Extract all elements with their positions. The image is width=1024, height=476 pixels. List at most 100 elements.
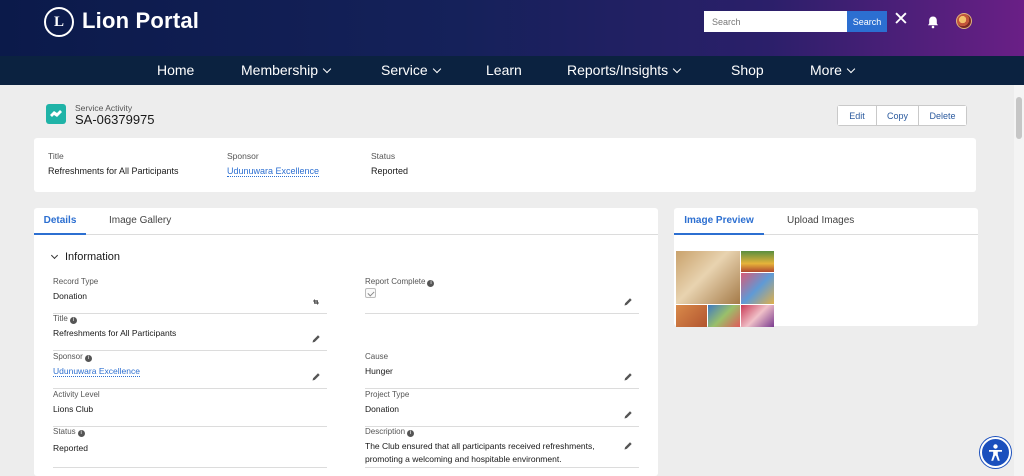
field-value: Donation	[365, 404, 400, 414]
highlights-panel: Title Refreshments for All Participants …	[34, 138, 976, 192]
gallery-image[interactable]	[741, 305, 774, 327]
field-label: Status	[53, 427, 76, 436]
chevron-down-icon	[432, 64, 441, 74]
image-preview-card: Image Preview Upload Images	[674, 208, 978, 327]
nav-label: Learn	[486, 62, 522, 78]
chevron-down-icon	[672, 64, 682, 74]
field-label: Title	[53, 314, 68, 323]
chevron-down-icon	[50, 251, 59, 260]
nav-label: Service	[381, 62, 428, 78]
record-header: Service Activity SA-06379975 Edit Copy D…	[34, 96, 976, 136]
field-label: Record Type	[53, 277, 99, 286]
info-icon[interactable]: i	[84, 355, 92, 362]
field-cause: Cause Hunger	[365, 352, 639, 389]
highlight-sponsor: Sponsor Udunuwara Excellence	[227, 151, 320, 177]
tab-upload-images[interactable]: Upload Images	[787, 208, 854, 235]
nav-home[interactable]: Home	[157, 56, 194, 85]
nav-service[interactable]: Service	[381, 56, 441, 85]
brand-title[interactable]: Lion Portal	[82, 8, 199, 34]
field-activity-level: Activity Level Lions Club	[53, 390, 327, 427]
highlight-value: Reported	[371, 166, 409, 176]
record-actions: Edit Copy Delete	[837, 105, 967, 126]
field-value: Lions Club	[53, 404, 94, 414]
edit-pencil-icon[interactable]	[623, 410, 633, 420]
record-id: SA-06379975	[75, 112, 155, 127]
field-record-type: Record Type Donation	[53, 277, 327, 314]
info-icon[interactable]: i	[427, 280, 435, 287]
field-label: Sponsor	[53, 352, 83, 361]
gallery-image[interactable]	[708, 305, 740, 327]
sponsor-link[interactable]: Udunuwara Excellence	[53, 366, 140, 377]
field-value: Donation	[53, 291, 88, 301]
nav-label: Home	[157, 62, 195, 78]
section-title: Information	[65, 251, 121, 263]
page-scrollbar[interactable]	[1014, 85, 1024, 476]
info-icon[interactable]: i	[69, 317, 77, 324]
top-header: L Lion Portal Search ✕	[0, 0, 1024, 56]
field-sponsor: Sponsor i Udunuwara Excellence	[53, 352, 327, 389]
accessibility-button[interactable]	[980, 437, 1011, 468]
field-label: Report Complete	[365, 277, 426, 286]
edit-pencil-icon[interactable]	[623, 297, 633, 307]
edit-pencil-icon[interactable]	[623, 372, 633, 382]
highlight-status: Status Reported	[371, 151, 408, 176]
sponsor-link[interactable]: Udunuwara Excellence	[227, 166, 320, 177]
edit-button[interactable]: Edit	[838, 106, 876, 125]
field-value: Refreshments for All Participants	[53, 328, 177, 338]
field-label: Activity Level	[53, 390, 100, 399]
copy-button[interactable]: Copy	[876, 106, 918, 125]
gallery-image[interactable]	[741, 251, 774, 272]
nav-label: Membership	[241, 62, 319, 78]
field-title: Title i Refreshments for All Participants	[53, 314, 327, 351]
tab-image-gallery[interactable]: Image Gallery	[109, 208, 171, 235]
information-section-toggle[interactable]: Information	[50, 251, 121, 263]
info-icon[interactable]: i	[77, 430, 85, 437]
image-collage[interactable]	[676, 251, 774, 327]
gallery-image[interactable]	[676, 305, 707, 327]
close-icon[interactable]: ✕	[893, 10, 909, 30]
highlight-label: Sponsor	[227, 151, 259, 161]
highlight-title: Title Refreshments for All Participants	[48, 151, 179, 176]
highlight-value: Refreshments for All Participants	[48, 166, 179, 176]
edit-pencil-icon[interactable]	[623, 441, 633, 451]
field-report-complete: Report Complete i	[365, 277, 639, 314]
chevron-down-icon	[846, 64, 856, 74]
nav-label: More	[810, 62, 842, 78]
highlight-label: Status	[371, 151, 396, 161]
details-card: Details Image Gallery Information Record…	[34, 208, 658, 476]
image-tabs: Image Preview Upload Images	[674, 208, 978, 235]
field-value: The Club ensured that all participants r…	[365, 441, 595, 464]
nav-membership[interactable]: Membership	[241, 56, 332, 85]
edit-pencil-icon[interactable]	[311, 334, 321, 344]
field-value: Hunger	[365, 366, 393, 376]
edit-pencil-icon[interactable]	[311, 372, 321, 382]
nav-more[interactable]: More	[810, 56, 856, 85]
info-icon[interactable]: i	[407, 430, 415, 437]
nav-reports-insights[interactable]: Reports/Insights	[567, 56, 682, 85]
field-label: Cause	[365, 352, 389, 361]
user-avatar[interactable]	[956, 13, 972, 29]
nav-label: Reports/Insights	[567, 62, 669, 78]
scrollbar-thumb[interactable]	[1016, 97, 1022, 139]
delete-button[interactable]: Delete	[918, 106, 966, 125]
change-record-type-icon[interactable]	[311, 297, 321, 307]
field-label: Project Type	[365, 390, 410, 399]
main-nav: Home Membership Service Learn Reports/In…	[0, 56, 1024, 85]
tab-details[interactable]: Details	[34, 208, 86, 235]
notification-bell-icon[interactable]	[926, 15, 940, 29]
field-label: Description	[365, 427, 406, 436]
lions-logo-icon[interactable]: L	[44, 7, 74, 37]
nav-learn[interactable]: Learn	[486, 56, 522, 85]
report-complete-checkbox	[365, 288, 376, 298]
gallery-image[interactable]	[676, 251, 740, 304]
service-activity-icon	[46, 104, 66, 124]
field-project-type: Project Type Donation	[365, 390, 639, 427]
gallery-image[interactable]	[741, 273, 774, 304]
search-input[interactable]	[704, 11, 847, 32]
field-status: Status i Reported	[53, 427, 327, 468]
tab-image-preview[interactable]: Image Preview	[674, 208, 764, 235]
nav-shop[interactable]: Shop	[731, 56, 764, 85]
field-description: Description i The Club ensured that all p…	[365, 427, 639, 468]
search-button[interactable]: Search	[847, 11, 887, 32]
highlight-label: Title	[48, 151, 64, 161]
